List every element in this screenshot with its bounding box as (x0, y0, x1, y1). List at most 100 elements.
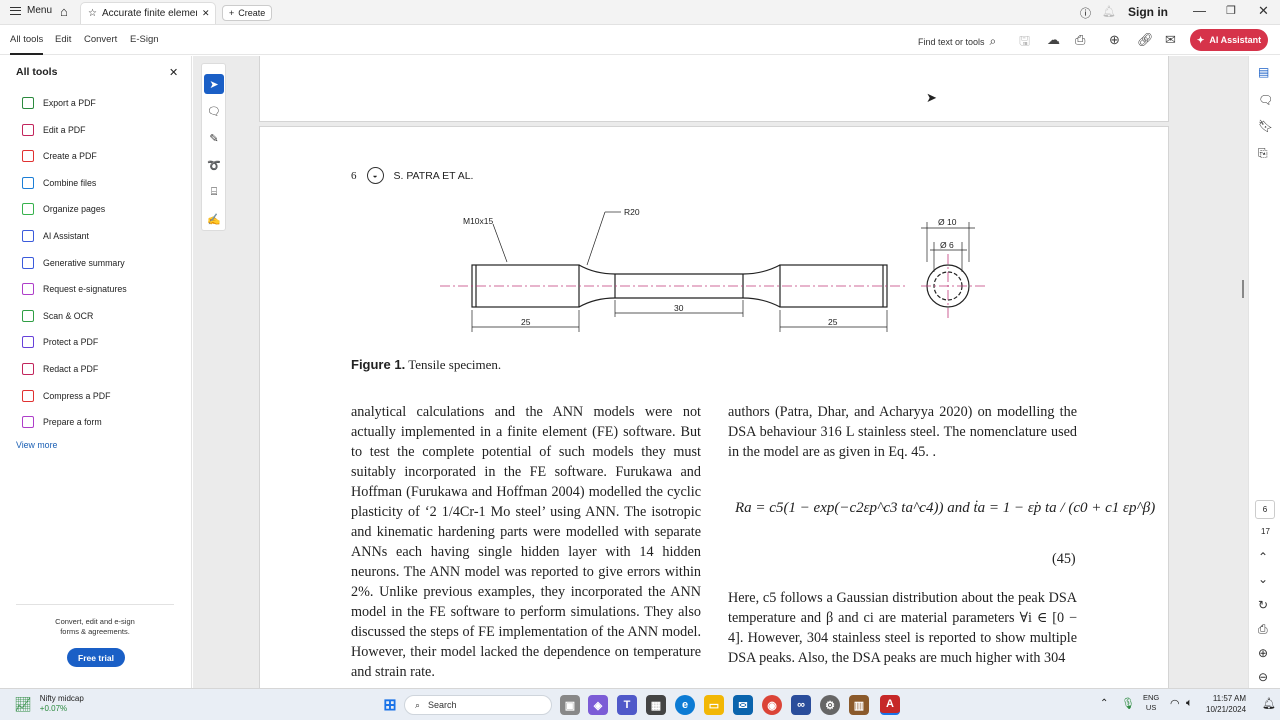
running-header-text: S. PATRA ET AL. (393, 169, 474, 182)
sidebar-item-protect-a-pdf[interactable]: Protect a PDF (22, 333, 98, 351)
acrobat-icon[interactable]: A (880, 695, 900, 715)
microphone-icon[interactable]: 🎙︎ (1121, 697, 1135, 710)
view-more-link[interactable]: View more (16, 440, 57, 450)
close-window-icon[interactable]: ✕ (1258, 3, 1269, 19)
menu-label: Menu (27, 5, 53, 16)
notification-bell-icon[interactable]: 🔔︎ (1262, 697, 1276, 710)
notification-icon[interactable]: 🔔︎ (1102, 5, 1116, 18)
sidebar-item-label: Export a PDF (43, 98, 96, 108)
sidebar-item-scan-ocr[interactable]: Scan & OCR (22, 307, 93, 325)
tool-icon (22, 123, 34, 136)
rotate-icon[interactable]: ↻ (1258, 598, 1268, 612)
chart-icon: 📈︎ (14, 695, 32, 712)
tool-icon (22, 256, 34, 269)
sidebar-item-organize-pages[interactable]: Organize pages (22, 200, 105, 218)
sidebar-item-label: Scan & OCR (43, 310, 94, 321)
tool-icon (22, 389, 34, 402)
main-toolbar: All tools Edit Convert E-Sign Find text … (0, 25, 1280, 55)
sidebar-item-edit-a-pdf[interactable]: Edit a PDF (22, 121, 86, 139)
copilot-icon[interactable]: ◈ (588, 695, 608, 715)
winrar-icon[interactable]: ▥ (849, 695, 869, 715)
page-thumbnails-icon[interactable]: ▤ (1258, 65, 1269, 79)
page-fit-icon[interactable]: ⎙ (1258, 622, 1268, 637)
sidebar-item-create-a-pdf[interactable]: Create a PDF (22, 147, 97, 165)
help-icon[interactable]: ⓘ (1080, 5, 1091, 21)
tab-convert[interactable]: Convert (84, 34, 117, 45)
tab-esign[interactable]: E-Sign (130, 34, 159, 45)
select-tool-icon[interactable]: ➤ (204, 74, 224, 94)
settings-icon[interactable]: ⚙ (820, 695, 840, 715)
pdf-page-previous (259, 56, 1169, 122)
zoom-out-icon[interactable]: ⊖ (1258, 670, 1268, 684)
right-column-text-bottom: Here, c5 follows a Gaussian distribution… (728, 590, 1077, 666)
app-icon[interactable]: ▦ (646, 695, 666, 715)
free-trial-button[interactable]: Free trial (67, 648, 125, 667)
sign-in-button[interactable]: Sign in (1128, 5, 1168, 19)
sidebar-item-combine-files[interactable]: Combine files (22, 174, 96, 192)
sidebar-item-prepare-a-form[interactable]: Prepare a form (22, 413, 102, 431)
tab-all-tools[interactable]: All tools (10, 34, 44, 55)
equation-number: (45) (1052, 551, 1076, 567)
highlight-tool-icon[interactable]: ✎ (204, 128, 224, 148)
file-explorer-icon[interactable]: ▭ (704, 695, 724, 715)
print-icon[interactable]: ⎙ (1075, 32, 1085, 48)
email-icon[interactable]: ✉ (1165, 32, 1176, 48)
ai-assistant-button[interactable]: ✦ AI Assistant (1190, 29, 1268, 51)
bookmark-icon[interactable]: 🔖︎ (1258, 119, 1273, 133)
comment-tool-icon[interactable]: 🗨︎ (204, 101, 224, 121)
taskbar-search[interactable]: ⌕ Search (404, 695, 552, 715)
minimize-icon[interactable]: — (1193, 3, 1206, 18)
wifi-icon[interactable]: ◠ (1170, 697, 1180, 710)
sidebar-item-label: AI Assistant (43, 231, 89, 241)
attachments-icon[interactable]: ⎘ (1258, 146, 1268, 161)
document-viewport[interactable]: 6 ◒ S. PATRA ET AL. M10x15 R20 25 30 25 … (193, 56, 1248, 688)
find-text-button[interactable]: Find text or tools ⌕ (918, 34, 996, 49)
maximize-icon[interactable]: ❐ (1226, 4, 1236, 17)
sidebar-item-compress-a-pdf[interactable]: Compress a PDF (22, 387, 110, 405)
sidebar-item-export-a-pdf[interactable]: Export a PDF (22, 94, 96, 112)
pdf-page: 6 ◒ S. PATRA ET AL. M10x15 R20 25 30 25 … (259, 126, 1169, 688)
upload-cloud-icon[interactable]: ☁ (1047, 32, 1060, 48)
tensile-specimen-drawing: M10x15 R20 25 30 25 Ø 10 Ø 6 (440, 207, 987, 332)
previous-page-icon[interactable]: ⌃ (1258, 550, 1268, 564)
windows-start-icon[interactable]: ⊞ (380, 695, 400, 715)
scrollbar-thumb[interactable] (1242, 280, 1244, 298)
sidebar-item-label: Request e-signatures (43, 284, 127, 295)
create-button[interactable]: + Create (222, 5, 273, 21)
sidebar-item-generative-summary[interactable]: Generative summary (22, 254, 125, 272)
sign-tool-icon[interactable]: ✍ (204, 209, 224, 229)
volume-icon[interactable]: 🔈︎ (1186, 697, 1193, 710)
sidebar-item-redact-a-pdf[interactable]: Redact a PDF (22, 360, 98, 378)
star-icon[interactable]: ☆ (88, 8, 97, 19)
clock[interactable]: 11:57 AM 10/21/2024 (1206, 693, 1246, 715)
stock-widget[interactable]: 📈︎ Nifty midcap +0.07% (14, 694, 84, 714)
current-page-box[interactable]: 6 (1255, 500, 1275, 519)
quick-tools-bar: ➤ 🗨︎ ✎ ➰ ⌸ ✍ (201, 63, 226, 231)
document-tab[interactable]: ☆ Accurate finite element ... ✕ (80, 2, 216, 24)
close-tab-icon[interactable]: ✕ (202, 8, 210, 19)
sidebar-item-label: Edit a PDF (43, 124, 86, 135)
home-icon[interactable]: ⌂ (60, 4, 68, 19)
chrome-icon[interactable]: ◉ (762, 695, 782, 715)
share-icon[interactable]: ⊕ (1109, 32, 1120, 48)
text-tool-icon[interactable]: ⌸ (204, 182, 224, 202)
mail-icon[interactable]: ✉ (733, 695, 753, 715)
tab-edit[interactable]: Edit (55, 34, 71, 45)
link-icon[interactable]: 🔗︎ (1137, 32, 1154, 48)
promo-text: Convert, edit and e-sign forms & agreemen… (16, 604, 174, 637)
edge-icon[interactable]: e (675, 695, 695, 715)
zoom-in-icon[interactable]: ⊕ (1258, 646, 1268, 660)
task-view-icon[interactable]: ▣ (560, 695, 580, 715)
tray-overflow-icon[interactable]: ⌃ (1100, 698, 1108, 709)
menu-button[interactable]: Menu (10, 5, 52, 16)
draw-tool-icon[interactable]: ➰ (204, 155, 224, 175)
language-indicator[interactable]: ENG US (1143, 693, 1159, 713)
comments-icon[interactable]: 🗨︎ (1258, 93, 1273, 107)
close-panel-icon[interactable]: ✕ (169, 66, 178, 79)
next-page-icon[interactable]: ⌄ (1258, 572, 1268, 586)
save-icon[interactable]: 🖫 (1019, 32, 1030, 54)
teams-icon[interactable]: T (617, 695, 637, 715)
app-link-icon[interactable]: ∞ (791, 695, 811, 715)
sidebar-item-ai-assistant[interactable]: AI Assistant (22, 227, 89, 245)
sidebar-item-request-e-signatures[interactable]: Request e-signatures (22, 280, 127, 298)
